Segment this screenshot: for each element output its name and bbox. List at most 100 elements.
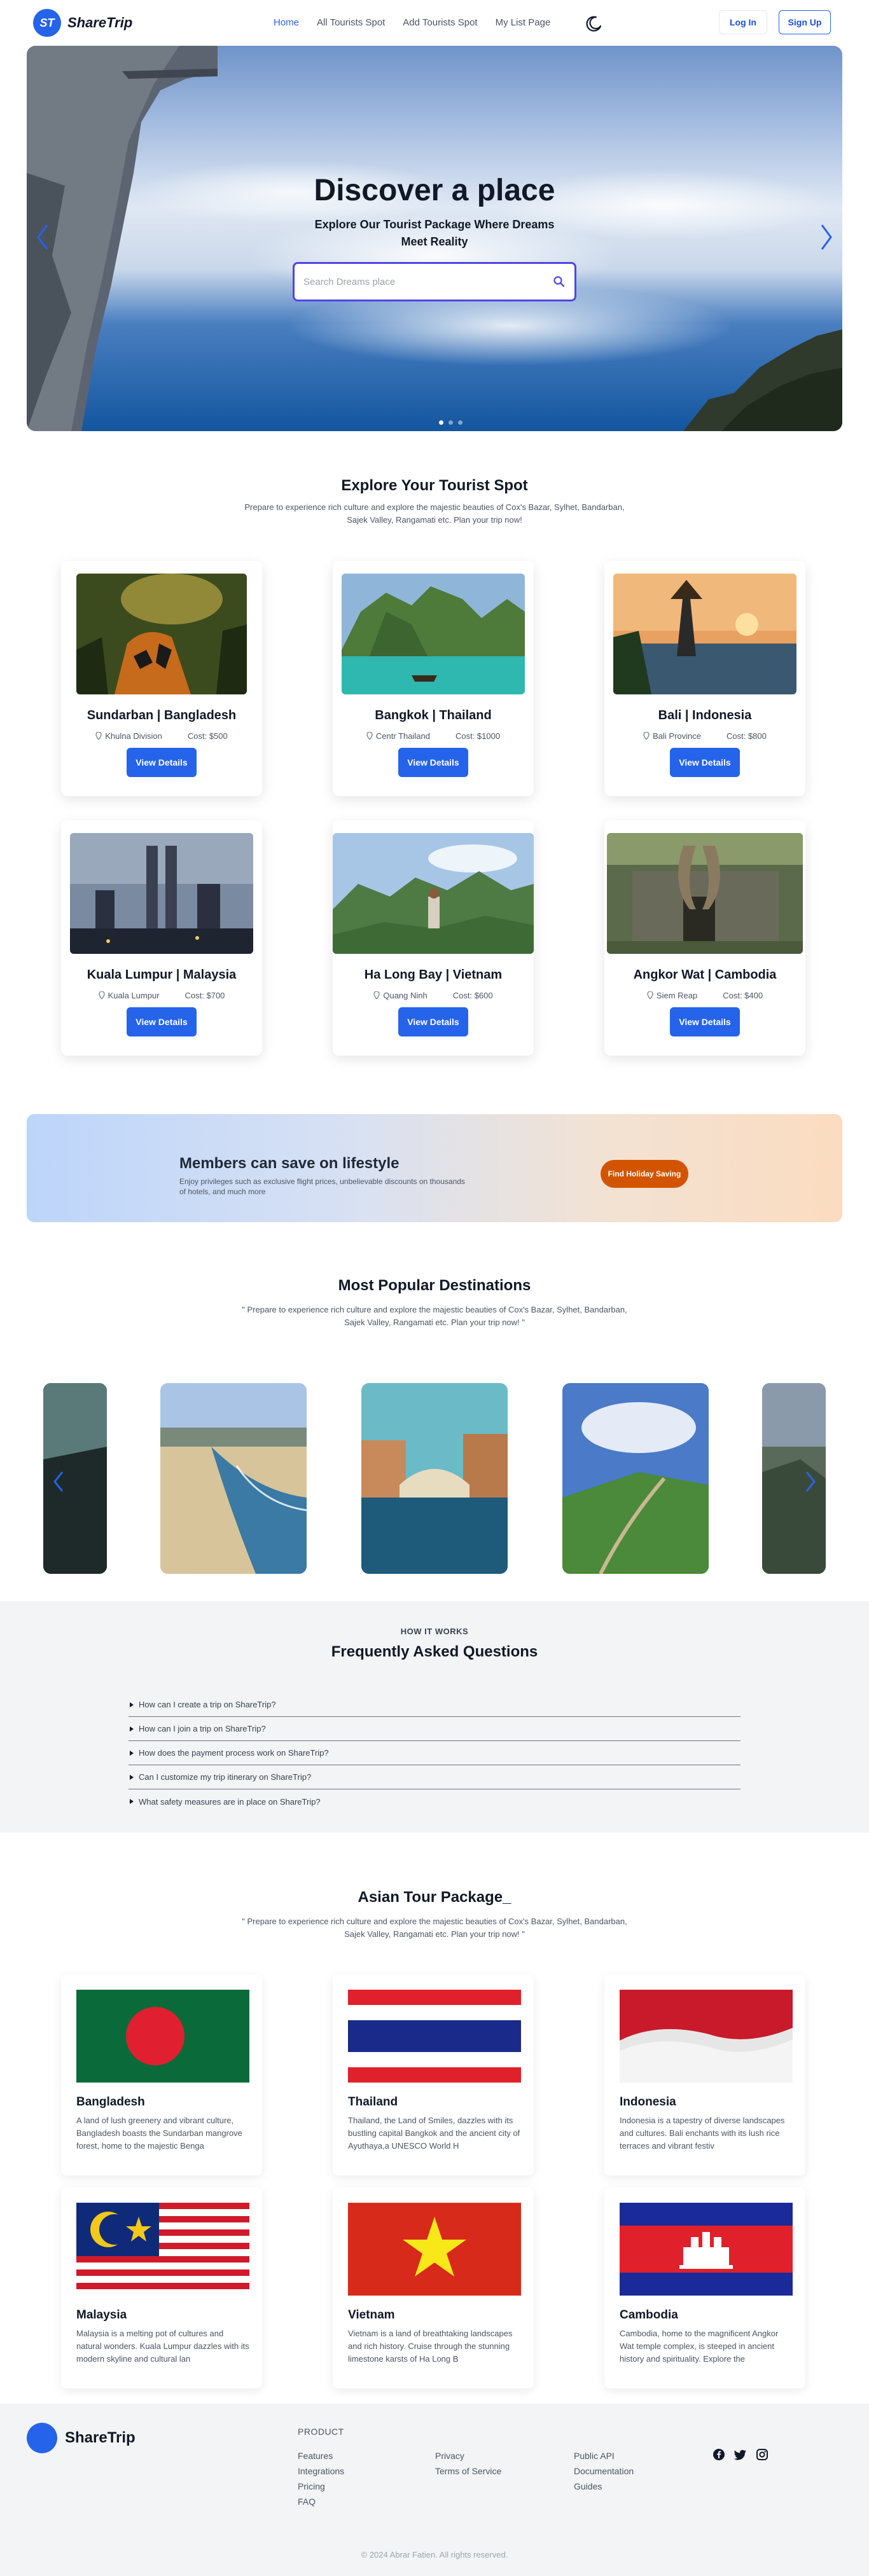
footer-link-terms[interactable]: Terms of Service [435, 2463, 501, 2479]
faq-item[interactable]: Can I customize my trip itinerary on Sha… [129, 1765, 740, 1789]
view-details-button[interactable]: View Details [127, 1007, 197, 1037]
nav-link-add-spot[interactable]: Add Tourists Spot [403, 17, 477, 28]
tour-card[interactable]: Bangladesh A land of lush greenery and v… [61, 1974, 262, 2175]
view-details-button[interactable]: View Details [398, 748, 468, 777]
next-arrow-icon[interactable] [817, 221, 836, 253]
faq-item[interactable]: How can I join a trip on ShareTrip? [129, 1717, 740, 1741]
faq-question: How can I create a trip on ShareTrip? [139, 1700, 276, 1709]
copyright: © 2024 Abrar Fatien. All rights reserved… [361, 2550, 508, 2559]
tour-section: Asian Tour Package_ " Prepare to experie… [0, 1889, 869, 1941]
cambodia-flag [620, 2203, 793, 2296]
nav-link-all-spots[interactable]: All Tourists Spot [317, 17, 385, 28]
top-nav: ST ShareTrip Home All Tourists Spot Add … [0, 0, 869, 46]
footer-link-privacy[interactable]: Privacy [435, 2448, 501, 2463]
tour-desc: Thailand, the Land of Smiles, dazzles wi… [348, 2116, 520, 2151]
footer-logo[interactable]: ShareTrip [27, 2423, 136, 2453]
instagram-icon[interactable] [756, 2448, 768, 2461]
spot-meta: Siem Reap Cost: $400 [604, 991, 805, 1000]
view-details-button[interactable]: View Details [398, 1007, 468, 1037]
slider-dots [439, 420, 462, 425]
cliff-image [27, 46, 218, 431]
footer-link-features[interactable]: Features [298, 2448, 344, 2463]
spot-meta: Quang Ninh Cost: $600 [333, 991, 534, 1000]
tour-card[interactable]: Indonesia Indonesia is a tapestry of div… [604, 1974, 805, 2175]
explore-section: Explore Your Tourist Spot Prepare to exp… [0, 477, 869, 527]
tour-name: Malaysia [76, 2308, 127, 2322]
spot-location: Kuala Lumpur [108, 991, 160, 1000]
caret-right-icon [130, 1726, 134, 1732]
slider-dot[interactable] [448, 420, 453, 425]
brand-name: ShareTrip [67, 15, 133, 31]
spot-card: Bali | Indonesia Bali Province Cost: $80… [604, 561, 805, 796]
faq-item[interactable]: What safety measures are in place on Sha… [129, 1789, 740, 1814]
view-details-button[interactable]: View Details [670, 748, 740, 777]
search-icon[interactable] [553, 275, 566, 288]
twitter-icon[interactable] [734, 2448, 747, 2461]
moon-icon[interactable] [584, 14, 603, 33]
location-pin-icon [366, 732, 373, 740]
location-pin-icon [373, 991, 380, 999]
tour-name: Vietnam [348, 2308, 395, 2322]
spot-card: Angkor Wat | Cambodia Siem Reap Cost: $4… [604, 820, 805, 1056]
spot-image [613, 574, 796, 694]
faq-question: Can I customize my trip itinerary on Sha… [139, 1772, 312, 1782]
tour-card[interactable]: Malaysia Malaysia is a melting pot of cu… [61, 2187, 262, 2388]
spot-cost: Cost: $500 [187, 731, 228, 741]
spot-location: Bali Province [653, 731, 701, 741]
login-button[interactable]: Log In [719, 10, 767, 34]
spot-name: Ha Long Bay | Vietnam [364, 968, 503, 982]
faq-eyebrow: HOW IT WORKS [400, 1627, 469, 1636]
facebook-icon[interactable] [713, 2448, 725, 2461]
nav-links: Home All Tourists Spot Add Tourists Spot… [274, 17, 550, 28]
faq-item[interactable]: How does the payment process work on Sha… [129, 1741, 740, 1765]
destination-card[interactable] [562, 1383, 709, 1574]
footer-col-developers: Public API Documentation Guides [574, 2448, 634, 2494]
nav-link-home[interactable]: Home [274, 17, 299, 28]
footer-link-public-api[interactable]: Public API [574, 2448, 634, 2463]
spot-name: Bali | Indonesia [658, 708, 752, 722]
logo-mark: ST [33, 9, 61, 37]
location-pin-icon [98, 991, 105, 999]
signup-button[interactable]: Sign Up [779, 10, 831, 34]
spot-card: Bangkok | Thailand Centr Thailand Cost: … [333, 561, 534, 796]
destination-card[interactable] [43, 1383, 107, 1574]
popular-section: Most Popular Destinations " Prepare to e… [0, 1277, 869, 1329]
indonesia-flag [620, 1990, 793, 2083]
view-details-button[interactable]: View Details [127, 748, 197, 777]
promo-banner: Members can save on lifestyle Enjoy priv… [27, 1114, 842, 1222]
destination-card[interactable] [160, 1383, 307, 1574]
footer-link-integrations[interactable]: Integrations [298, 2463, 344, 2479]
caret-right-icon [130, 1750, 134, 1756]
caret-right-icon [130, 1774, 134, 1780]
tour-card[interactable]: Vietnam Vietnam is a land of breathtakin… [333, 2187, 534, 2388]
footer-col-legal: Privacy Terms of Service [435, 2448, 501, 2479]
footer-link-guides[interactable]: Guides [574, 2479, 634, 2494]
search-input[interactable] [303, 274, 545, 289]
location-pin-icon [95, 732, 102, 740]
footer-link-pricing[interactable]: Pricing [298, 2479, 344, 2494]
spot-card: Sundarban | Bangladesh Khulna Division C… [61, 561, 262, 796]
tour-desc: Cambodia, home to the magnificent Angkor… [620, 2329, 779, 2364]
faq-item[interactable]: How can I create a trip on ShareTrip? [129, 1693, 740, 1717]
spot-meta: Kuala Lumpur Cost: $700 [61, 991, 262, 1000]
footer-logo-mark [27, 2423, 57, 2453]
find-holiday-saving-button[interactable]: Find Holiday Saving [601, 1160, 688, 1188]
faq-question: What safety measures are in place on Sha… [139, 1796, 321, 1807]
hero-title: Discover a place [314, 174, 555, 207]
prev-arrow-icon[interactable] [33, 221, 52, 253]
spot-image [70, 833, 253, 954]
tour-card[interactable]: Thailand Thailand, the Land of Smiles, d… [333, 1974, 534, 2175]
destination-card[interactable] [361, 1383, 508, 1574]
tour-card[interactable]: Cambodia Cambodia, home to the magnifice… [604, 2187, 805, 2388]
thailand-flag [348, 1990, 521, 2083]
brand-logo[interactable]: ST ShareTrip [33, 9, 132, 37]
tour-desc: A land of lush greenery and vibrant cult… [76, 2116, 242, 2151]
view-details-button[interactable]: View Details [670, 1007, 740, 1037]
footer-link-documentation[interactable]: Documentation [574, 2463, 634, 2479]
tour-desc: " Prepare to experience rich culture and… [242, 1917, 627, 1939]
nav-link-my-list[interactable]: My List Page [496, 17, 551, 28]
slider-dot[interactable] [439, 420, 443, 425]
slider-dot[interactable] [458, 420, 462, 425]
destination-card[interactable] [762, 1383, 826, 1574]
footer-link-faq[interactable]: FAQ [298, 2494, 344, 2509]
